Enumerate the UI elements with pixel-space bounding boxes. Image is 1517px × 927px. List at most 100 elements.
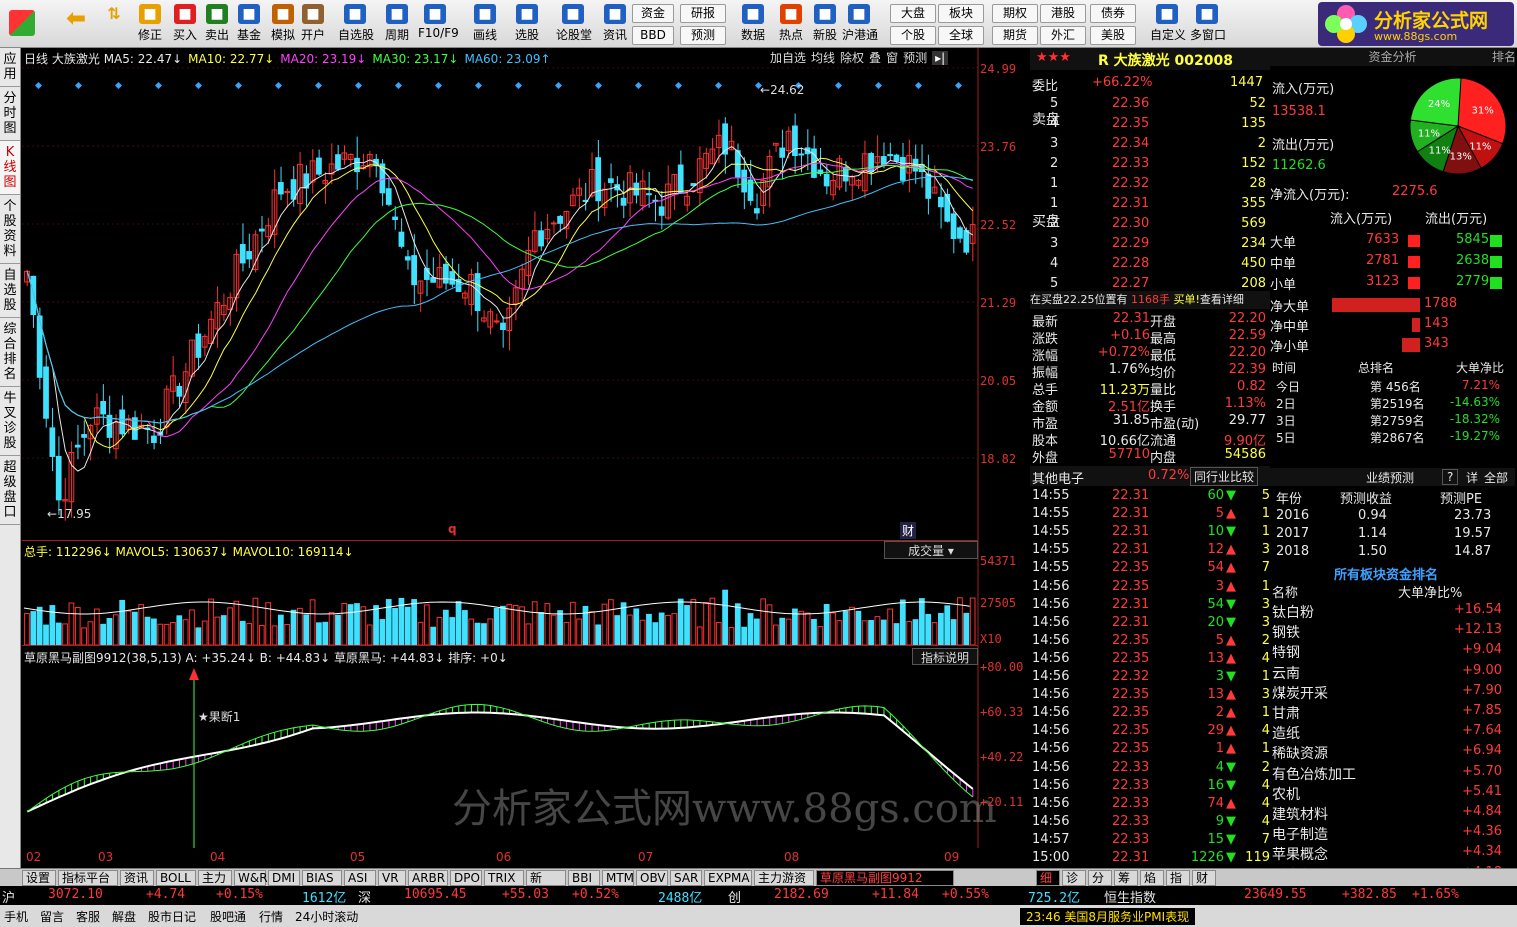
updown-button[interactable]: ⇅ [100, 2, 128, 46]
sector-name[interactable]: 农机 [1272, 784, 1300, 804]
status-link[interactable]: 留言 [40, 908, 64, 925]
fund-flow-tab[interactable]: 资金分析 排名 [1270, 48, 1516, 66]
sector-name[interactable]: 建筑材料 [1272, 804, 1328, 824]
news-scroller[interactable]: 23:46 美国8月服务业PMI表现 [1020, 908, 1196, 925]
right-panel-tab[interactable]: 指 [1166, 870, 1190, 886]
indicator-tab[interactable]: W&R [234, 870, 268, 886]
indicator-tab[interactable]: 主力 [198, 870, 232, 886]
toolbar-small-button[interactable]: 美股 [1090, 26, 1136, 45]
indicator-tab[interactable]: DPO [450, 870, 482, 886]
toolbar-button-0[interactable]: ■ 修正 [133, 2, 167, 46]
indicator-tab[interactable]: BOLL [156, 870, 196, 886]
toolbar-button-13[interactable]: ■ 数据 [736, 2, 770, 46]
side-tab-0[interactable]: 应用 [0, 48, 20, 87]
toolbar-small-button[interactable]: 债券 [1090, 4, 1136, 23]
chart-tool-0[interactable]: 加自选 [770, 51, 806, 65]
kline-chart-area[interactable]: 日线 大族激光 MA5: 22.47↓ MA10: 22.77↓ MA20: 23.… [22, 48, 1028, 868]
index-name[interactable]: 创 [728, 887, 741, 906]
sector-name[interactable]: 钛白粉 [1272, 602, 1314, 622]
indicator-tab[interactable]: 设置 [22, 870, 56, 886]
sector-name[interactable]: 煤炭开采 [1272, 683, 1328, 703]
bid-price[interactable]: 22.28 [1112, 256, 1149, 271]
status-link[interactable]: 解盘 [112, 908, 136, 925]
index-name[interactable]: 恒生指数 [1104, 887, 1156, 906]
chart-tool-2[interactable]: 除权 [840, 51, 864, 65]
sector-name[interactable]: 云南 [1272, 663, 1300, 683]
bid-price[interactable]: 22.29 [1112, 236, 1149, 251]
chart-tool-4[interactable]: 窗 [886, 51, 898, 65]
toolbar-small-button[interactable]: 港股 [1040, 4, 1086, 23]
indicator-tab[interactable]: DMI [268, 870, 300, 886]
indicator-tab[interactable]: TRIX [484, 870, 524, 886]
right-panel-tab[interactable]: 焰 [1140, 870, 1164, 886]
indicator-tab[interactable]: BBI [568, 870, 600, 886]
industry-compare-button[interactable]: 同行业比较 [1190, 467, 1259, 486]
indicator-tab[interactable]: 新DMA [526, 870, 566, 899]
status-link[interactable]: 股市日记 [148, 908, 196, 925]
side-tab-2[interactable]: K线图 [0, 141, 20, 195]
side-tab-4[interactable]: 自选股 [0, 264, 20, 318]
sector-name[interactable]: 甘肃 [1272, 703, 1300, 723]
toolbar-button-9[interactable]: ■ 画线 [468, 2, 502, 46]
expand-icon[interactable]: ▸| [932, 51, 949, 65]
side-tab-6[interactable]: 牛叉诊股 [0, 387, 20, 456]
indicator-tab[interactable]: 主力游资 [754, 870, 814, 886]
indicator-tab[interactable]: 草原黑马副图9912 [816, 870, 954, 886]
toolbar-button-11[interactable]: ■ 论股堂 [556, 2, 592, 46]
bid-price[interactable]: 22.30 [1112, 216, 1149, 231]
toolbar-small-button[interactable]: BBD [632, 26, 674, 45]
chart-tool-5[interactable]: 预测 [903, 51, 927, 65]
bid-price[interactable]: 22.27 [1112, 276, 1149, 291]
right-panel-tab[interactable]: 筹 [1114, 870, 1138, 886]
indicator-tab[interactable]: 指标平台 [58, 870, 118, 886]
sector-name[interactable]: 特钢 [1272, 642, 1300, 662]
notice-detail-link[interactable]: 查看详细 [1200, 293, 1244, 306]
status-link[interactable]: 行情 [259, 908, 283, 925]
toolbar-small-button[interactable]: 资金 [632, 4, 674, 23]
big-order-notice[interactable]: 在买盘22.25位置有 1168手 买单!查看详细 [1030, 291, 1270, 309]
toolbar-small-button[interactable]: 外汇 [1040, 26, 1086, 45]
sector-name[interactable]: 电子制造 [1272, 824, 1328, 844]
toolbar-button-1[interactable]: ■ 买入 [168, 2, 202, 46]
side-tab-7[interactable]: 超级盘口 [0, 456, 20, 525]
toolbar-small-button[interactable]: 期权 [992, 4, 1038, 23]
chart-tool-1[interactable]: 均线 [811, 51, 835, 65]
indicator-tab[interactable]: EXPMA [704, 870, 752, 886]
ask-price[interactable]: 22.35 [1112, 116, 1149, 131]
ask-price[interactable]: 22.33 [1112, 156, 1149, 171]
toolbar-small-button[interactable]: 期货 [992, 26, 1038, 45]
indicator-tab[interactable]: OBV [636, 870, 668, 886]
side-tab-5[interactable]: 综合排名 [0, 318, 20, 387]
indicator-tab[interactable]: ASI [344, 870, 376, 886]
ask-price[interactable]: 22.34 [1112, 136, 1149, 151]
index-name[interactable]: 深 [358, 887, 371, 906]
status-link[interactable]: 24小时滚动 [295, 908, 358, 925]
bid-price[interactable]: 22.31 [1112, 196, 1149, 211]
sector-name[interactable]: 有色冶炼加工 [1272, 764, 1356, 784]
indicator-tab[interactable]: 资讯 [120, 870, 154, 886]
back-button[interactable]: ⬅ [58, 2, 94, 46]
right-panel-tab[interactable]: 财 [1192, 870, 1216, 886]
toolbar-small-button[interactable]: 板块 [938, 4, 984, 23]
right-panel-tab[interactable]: 细 [1036, 870, 1060, 886]
toolbar-button-18[interactable]: ■ 多窗口 [1190, 2, 1226, 46]
right-panel-tab[interactable]: 诊 [1062, 870, 1086, 886]
toolbar-button-4[interactable]: ■ 模拟 [266, 2, 300, 46]
toolbar-button-3[interactable]: ■ 基金 [232, 2, 266, 46]
ask-price[interactable]: 22.32 [1112, 176, 1149, 191]
status-link[interactable]: 手机 [4, 908, 28, 925]
toolbar-button-14[interactable]: ■ 热点 [774, 2, 808, 46]
indicator-help-button[interactable]: 指标说明 [912, 648, 978, 665]
indicator-tab[interactable]: VR [378, 870, 406, 886]
right-panel-tab[interactable]: 分 [1088, 870, 1112, 886]
ask-price[interactable]: 22.36 [1112, 96, 1149, 111]
toolbar-button-6[interactable]: ■ 自选股 [338, 2, 374, 46]
indicator-tab[interactable]: SAR [670, 870, 702, 886]
indicator-tab[interactable]: MTM [602, 870, 634, 886]
toolbar-button-5[interactable]: ■ 开户 [296, 2, 330, 46]
forecast-help-button[interactable]: ? [1442, 469, 1459, 485]
toolbar-small-button[interactable]: 全球 [938, 26, 984, 45]
toolbar-small-button[interactable]: 个股 [890, 26, 936, 45]
sector-name[interactable]: 钢铁 [1272, 622, 1300, 642]
toolbar-button-12[interactable]: ■ 资讯 [598, 2, 632, 46]
